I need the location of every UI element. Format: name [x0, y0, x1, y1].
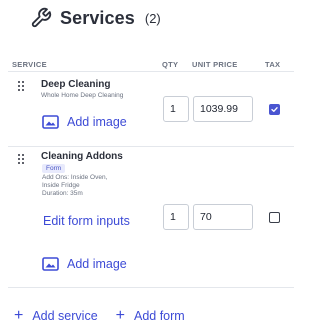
service-row: Cleaning Addons Form Add Ons: Inside Ove… — [8, 147, 294, 288]
quantity-input[interactable] — [163, 204, 189, 230]
duration-label: Duration: 35m — [42, 190, 83, 197]
column-header-tax: TAX — [265, 60, 281, 69]
drag-handle-icon[interactable] — [18, 154, 26, 165]
service-description: Whole Home Deep Cleaning — [41, 92, 124, 99]
quantity-input[interactable] — [163, 96, 189, 122]
add-form-button[interactable]: + Add form — [115, 307, 185, 324]
edit-form-inputs-link[interactable]: Edit form inputs — [43, 214, 130, 228]
service-name: Cleaning Addons — [41, 151, 123, 162]
wrench-icon — [31, 7, 52, 28]
add-image-label: Add image — [67, 115, 127, 129]
tax-checkbox[interactable] — [269, 212, 280, 223]
add-image-button[interactable]: Add image — [42, 115, 127, 129]
tax-checkbox[interactable] — [269, 104, 280, 115]
add-image-label: Add image — [67, 257, 127, 271]
addon-detail-line: Add Ons: Inside Oven, — [42, 174, 108, 181]
add-form-label: Add form — [134, 309, 185, 323]
column-header-service: SERVICE — [12, 60, 47, 69]
checkmark-icon — [271, 107, 278, 112]
image-icon — [42, 257, 59, 271]
column-header-unit-price: UNIT PRICE — [192, 60, 238, 69]
add-image-button[interactable]: Add image — [42, 257, 127, 271]
add-service-button[interactable]: + Add service — [14, 307, 98, 324]
footer-actions: + Add service + Add form — [14, 307, 185, 324]
addon-detail-line: Inside Fridge — [42, 182, 80, 189]
column-header-qty: QTY — [162, 60, 179, 69]
plus-icon: + — [14, 307, 24, 324]
unit-price-input[interactable] — [193, 96, 253, 122]
section-title: Services — [60, 7, 135, 28]
section-header: Services (2) — [30, 7, 161, 29]
service-row: Deep Cleaning Whole Home Deep Cleaning A… — [8, 72, 294, 147]
unit-price-input[interactable] — [193, 204, 253, 230]
drag-handle-icon[interactable] — [18, 81, 26, 92]
service-count: (2) — [144, 10, 161, 26]
add-service-label: Add service — [32, 309, 98, 323]
service-name: Deep Cleaning — [41, 79, 111, 90]
image-icon — [42, 115, 59, 129]
table-header: SERVICE QTY UNIT PRICE TAX — [8, 57, 294, 72]
form-badge: Form — [42, 164, 66, 173]
plus-icon: + — [115, 307, 125, 324]
